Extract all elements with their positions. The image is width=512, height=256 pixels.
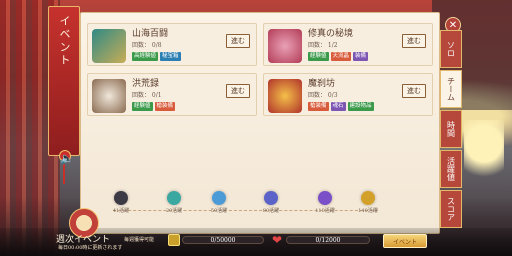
heart-progress-text: 0/12000 (315, 237, 341, 244)
orb-icon (361, 191, 375, 205)
tab-time[interactable]: 時間 (440, 110, 462, 148)
event-button[interactable]: イベント (383, 234, 427, 248)
card-tags: 槍装備 魂石 建設物品 (308, 102, 374, 111)
event-card[interactable]: 洪荒録 回数： 0/1 経験値 槍装備 進む (87, 73, 257, 116)
book-icon (92, 29, 126, 63)
milestone-node[interactable]: 20活躍 (160, 191, 188, 219)
chest-icon (114, 191, 128, 205)
tab-activity[interactable]: 活躍値 (440, 150, 462, 188)
event-card[interactable]: 修真の秘境 回数： 1/2 経験値 天流晶 装備 進む (263, 23, 433, 66)
tag: 装備 (353, 52, 369, 61)
card-tags: 高経験値 秘宝箱 (132, 52, 181, 61)
go-button[interactable]: 進む (402, 84, 426, 98)
card-tags: 経験値 槍装備 (132, 102, 176, 111)
heart-progress-bar: 0/12000 (286, 236, 370, 244)
card-count: 回数： 1/2 (308, 42, 338, 49)
tab-score[interactable]: スコア (440, 190, 462, 228)
milestone-node[interactable]: 50活躍 (205, 191, 233, 219)
speaker-icon[interactable]: 🔈 (60, 152, 74, 166)
background-lanterns (464, 120, 504, 200)
milestone-node[interactable]: 140活躍 (354, 191, 382, 219)
weekly-available-label: 毎週獲得可能 (124, 237, 155, 243)
card-title: 山海百闘 (132, 29, 169, 39)
milestone-label: 140活躍 (358, 208, 378, 214)
event-card[interactable]: 山海百闘 回数： 0/8 高経験値 秘宝箱 進む (87, 23, 257, 66)
card-count: 回数： 0/3 (308, 92, 338, 99)
tab-solo[interactable]: ソロ (440, 30, 462, 68)
tag: 槍装備 (154, 102, 176, 111)
milestone-label: 50活躍 (210, 208, 228, 214)
banner-title: イベント (58, 15, 71, 67)
coin-progress-text: 0/50000 (210, 237, 236, 244)
tag: 建設物品 (347, 102, 374, 111)
scroll-icon (92, 79, 126, 113)
orb-icon (318, 191, 332, 205)
card-count: 回数： 0/8 (132, 42, 162, 49)
card-title: 洪荒録 (132, 79, 160, 89)
milestone-label: 80活躍 (262, 208, 280, 214)
milestone-node[interactable]: 80活躍 (257, 191, 285, 219)
milestone-label: 110活躍 (315, 208, 335, 214)
tag: 魂石 (330, 102, 346, 111)
event-card[interactable]: 魔刹坊 回数： 0/3 槍装備 魂石 建設物品 進む (263, 73, 433, 116)
milestone-node[interactable]: 110活躍 (311, 191, 339, 219)
orb-icon (264, 191, 278, 205)
weekly-subtitle: 毎日00:00時に更新されます (58, 245, 123, 251)
tag: 経験値 (132, 102, 153, 111)
event-banner: イベント (48, 6, 80, 156)
milestone-label: 41活躍 (112, 208, 130, 214)
fan-icon (268, 29, 302, 63)
card-tags: 経験値 天流晶 装備 (308, 52, 369, 61)
orb-icon (167, 191, 181, 205)
go-button[interactable]: 進む (226, 34, 250, 48)
tag: 高経験値 (132, 52, 159, 61)
card-count: 回数： 0/1 (132, 92, 162, 99)
tag: 経験値 (308, 52, 329, 61)
go-button[interactable]: 進む (402, 34, 426, 48)
heart-icon: ❤ (272, 233, 283, 247)
milestone-label: 20活躍 (165, 208, 183, 214)
orb-icon (212, 191, 226, 205)
coin-icon (168, 234, 180, 246)
tag: 槍装備 (308, 102, 329, 111)
tab-team[interactable]: チーム (440, 70, 462, 108)
go-button[interactable]: 進む (226, 84, 250, 98)
tag: 天流晶 (330, 52, 352, 61)
side-tabs: ソロ チーム 時間 活躍値 スコア (440, 30, 462, 230)
demon-icon (268, 79, 302, 113)
coin-progress-bar: 0/50000 (182, 236, 264, 244)
card-title: 修真の秘境 (308, 29, 354, 39)
milestone-node[interactable]: 41活躍 (107, 191, 135, 219)
card-title: 魔刹坊 (308, 79, 336, 89)
tag: 秘宝箱 (160, 52, 181, 61)
